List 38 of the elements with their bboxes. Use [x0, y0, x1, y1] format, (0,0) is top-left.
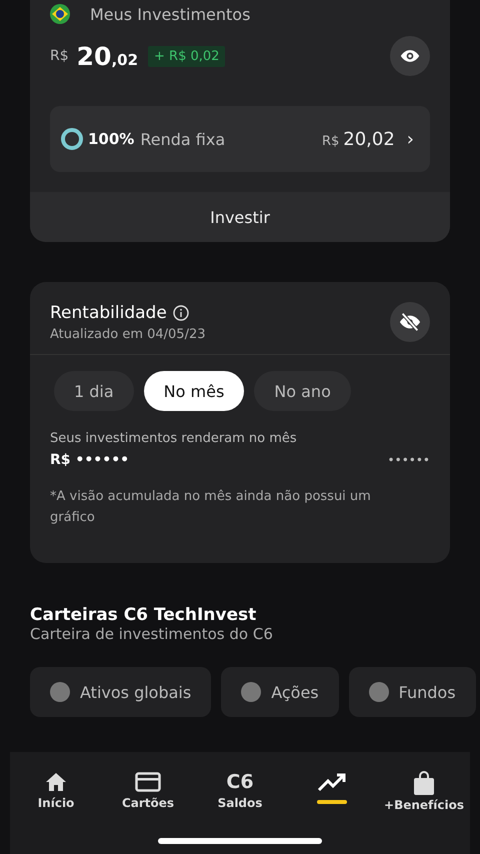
hide-values-button[interactable] — [390, 302, 430, 342]
ring-chart-icon — [60, 127, 84, 151]
section-title: Carteiras C6 TechInvest — [30, 605, 258, 625]
dot-icon — [368, 682, 389, 702]
balance-amount: 20,02 — [76, 42, 138, 70]
updated-date: Atualizado em 04/05/23 — [50, 326, 206, 342]
active-indicator — [317, 800, 347, 804]
card-title: Meus Investimentos — [90, 4, 250, 24]
eye-off-icon — [399, 311, 421, 333]
portfolio-chip[interactable]: Ações — [221, 667, 339, 717]
nav-item[interactable]: C6 Saldos — [200, 770, 280, 820]
earnings-caption: Seus investimentos renderam no mês — [50, 431, 298, 446]
home-icon — [44, 770, 68, 794]
card-icon — [135, 770, 161, 794]
dot-icon — [241, 682, 262, 702]
flag-icon — [50, 4, 70, 24]
period-tab[interactable]: No mês — [144, 371, 244, 411]
hidden-amount: R$ •••••• — [50, 452, 130, 468]
portfolio-chip[interactable]: Fundos — [348, 667, 476, 717]
logo: C6 — [226, 770, 254, 794]
invest-button[interactable]: Investir — [30, 192, 450, 242]
nav-item[interactable]: Início — [16, 770, 96, 820]
allocation-row[interactable]: 100% Renda fixa R$ 20,02 › — [50, 106, 430, 172]
nav-item[interactable]: +Benefícios — [384, 770, 464, 820]
currency-label: R$ — [50, 48, 69, 64]
nav-item[interactable]: Cartões — [108, 770, 188, 820]
hidden-percent: •••••• — [388, 453, 430, 467]
change-badge: + R$ 0,02 — [148, 46, 226, 66]
card-title: Rentabilidade — [50, 302, 167, 322]
info-icon[interactable] — [172, 304, 189, 320]
portfolio-chip[interactable]: Ativos globais — [30, 667, 212, 717]
show-balance-button[interactable] — [390, 36, 430, 76]
period-tab[interactable]: No ano — [254, 371, 351, 411]
shopping-bag-icon — [411, 770, 437, 796]
section-subtitle: Carteira de investimentos do C6 — [30, 625, 274, 643]
chart-note: *A visão acumulada no mês ainda não possui um gráfico — [50, 488, 372, 527]
dot-icon — [50, 682, 70, 702]
period-tab[interactable]: 1 dia — [54, 371, 134, 411]
